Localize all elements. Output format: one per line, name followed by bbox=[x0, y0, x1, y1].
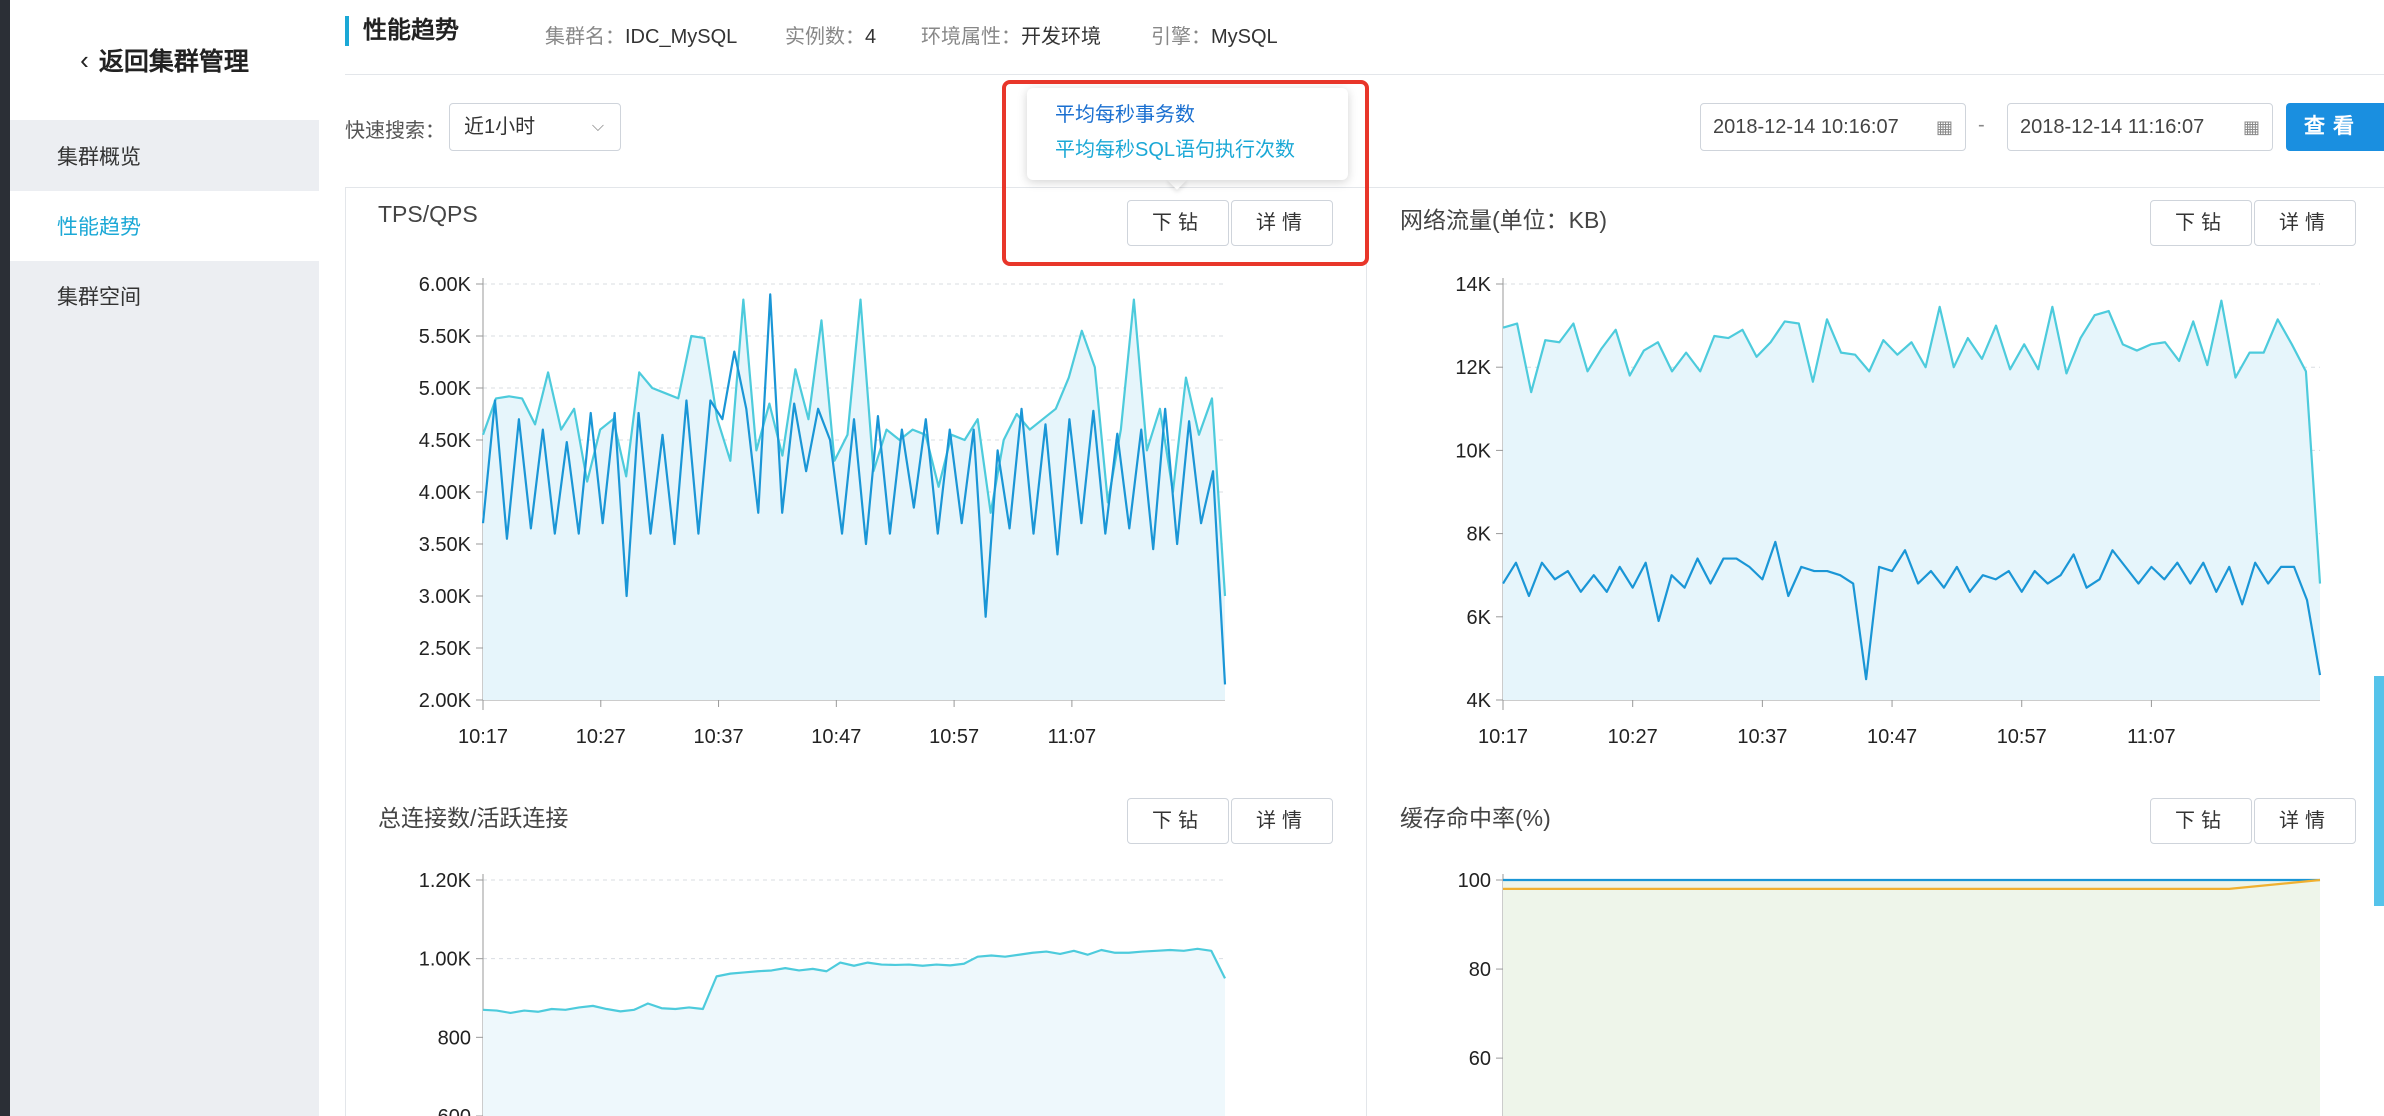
sidebar-item-performance[interactable]: 性能趋势 bbox=[10, 191, 319, 261]
sidebar-item-space[interactable]: 集群空间 bbox=[10, 261, 319, 331]
x-tick-label: 10:47 bbox=[1867, 726, 1917, 748]
x-tick-label: 10:57 bbox=[1997, 726, 2047, 748]
calendar-icon: ▦ bbox=[1935, 117, 1953, 137]
y-tick-label: 80 bbox=[1469, 959, 1491, 981]
y-tick-label: 4K bbox=[1467, 690, 1492, 712]
cache-hit-title: 缓存命中率(%) bbox=[1400, 805, 1551, 831]
select-value: 近1小时 bbox=[464, 116, 536, 138]
quick-search-label: 快速搜索： bbox=[345, 120, 445, 142]
y-tick-label: 5.00K bbox=[419, 378, 472, 400]
date-value: 2018-12-14 10:16:07 bbox=[1713, 116, 1899, 138]
back-to-cluster-management[interactable]: ‹ 返回集群管理 bbox=[10, 0, 319, 120]
y-tick-label: 6.00K bbox=[419, 274, 472, 296]
y-tick-label: 100 bbox=[1458, 870, 1491, 892]
y-tick-label: 1.20K bbox=[419, 870, 472, 892]
side-float-tab[interactable] bbox=[2374, 676, 2384, 906]
connections-detail-button[interactable]: 详情 bbox=[1231, 798, 1333, 844]
tps-qps-title: TPS/QPS bbox=[378, 201, 478, 227]
x-tick-label: 10:37 bbox=[1737, 726, 1787, 748]
calendar-icon: ▦ bbox=[2242, 117, 2260, 137]
chevron-left-icon: ‹ bbox=[80, 44, 89, 75]
y-tick-label: 6K bbox=[1467, 607, 1492, 629]
y-tick-label: 4.50K bbox=[419, 430, 472, 452]
x-tick-label: 10:27 bbox=[1608, 726, 1658, 748]
engine-meta: 引擎：MySQL bbox=[1151, 20, 1278, 49]
cache-detail-button[interactable]: 详情 bbox=[2254, 798, 2356, 844]
panel-divider bbox=[1366, 187, 1367, 1116]
x-tick-label: 10:37 bbox=[694, 726, 744, 748]
tps-qps-chart: 2.00K 2.50K 3.00K 3.50K 4.00K 4.50K 5.00K 5.50K… bbox=[419, 274, 1227, 748]
back-label: 返回集群管理 bbox=[98, 48, 249, 76]
meta-value: 4 bbox=[865, 26, 877, 48]
network-detail-button[interactable]: 详情 bbox=[2254, 200, 2356, 246]
highlight-box bbox=[1002, 80, 1369, 266]
y-tick-label: 60 bbox=[1469, 1048, 1491, 1070]
meta-value: MySQL bbox=[1211, 26, 1278, 48]
y-tick-label: 8K bbox=[1467, 524, 1492, 546]
meta-label: 引擎： bbox=[1151, 26, 1211, 48]
sidebar-item-overview[interactable]: 集群概览 bbox=[10, 121, 319, 191]
y-tick-label: 800 bbox=[438, 1027, 471, 1049]
cache-drill-button[interactable]: 下钻 bbox=[2150, 798, 2252, 844]
view-button[interactable]: 查看 bbox=[2286, 103, 2384, 151]
x-tick-label: 10:47 bbox=[811, 726, 861, 748]
environment-meta: 环境属性：开发环境 bbox=[921, 20, 1101, 49]
end-time-input[interactable]: 2018-12-14 11:16:07 ▦ bbox=[2007, 103, 2273, 151]
sidebar-item-label: 集群空间 bbox=[57, 286, 141, 309]
meta-label: 环境属性： bbox=[921, 26, 1021, 48]
start-time-input[interactable]: 2018-12-14 10:16:07 ▦ bbox=[1700, 103, 1966, 151]
x-tick-label: 11:07 bbox=[2127, 726, 2176, 748]
y-tick-label: 1.00K bbox=[419, 949, 472, 971]
window-edge bbox=[0, 0, 10, 1116]
connections-chart: 600 800 1.00K 1.20K bbox=[419, 870, 1226, 1116]
meta-value: IDC_MySQL bbox=[625, 26, 738, 48]
y-tick-label: 10K bbox=[1455, 440, 1491, 462]
instance-count-meta: 实例数：4 bbox=[785, 20, 876, 49]
meta-label: 集群名： bbox=[545, 26, 625, 48]
quick-search-select[interactable]: 近1小时 ⌵ bbox=[449, 103, 621, 151]
y-tick-label: 2.50K bbox=[419, 638, 472, 660]
page-header: 性能趋势 集群名：IDC_MySQL 实例数：4 环境属性：开发环境 引擎：My… bbox=[345, 0, 2384, 75]
y-tick-label: 2.00K bbox=[419, 690, 472, 712]
sidebar-item-label: 性能趋势 bbox=[57, 216, 141, 239]
network-traffic-chart: 4K 6K 8K 10K 12K 14K 10:17 10:27 10:37 10:47 10:57… bbox=[1455, 274, 2322, 748]
y-tick-label: 600 bbox=[438, 1106, 471, 1116]
chevron-down-icon: ⌵ bbox=[591, 118, 604, 135]
sidebar: ‹ 返回集群管理 集群概览 性能趋势 集群空间 bbox=[10, 0, 319, 1116]
y-tick-label: 5.50K bbox=[419, 326, 472, 348]
network-traffic-title: 网络流量(单位：KB) bbox=[1400, 207, 1607, 233]
connections-drill-button[interactable]: 下钻 bbox=[1127, 798, 1229, 844]
cluster-name-meta: 集群名：IDC_MySQL bbox=[545, 20, 737, 49]
x-tick-label: 10:17 bbox=[1478, 726, 1528, 748]
connections-title: 总连接数/活跃连接 bbox=[378, 805, 569, 831]
y-tick-label: 3.50K bbox=[419, 534, 472, 556]
series-area bbox=[483, 948, 1225, 1116]
series-area bbox=[1503, 880, 2320, 1116]
sidebar-item-label: 集群概览 bbox=[57, 146, 141, 169]
meta-value: 开发环境 bbox=[1021, 26, 1101, 48]
date-value: 2018-12-14 11:16:07 bbox=[2020, 116, 2205, 138]
x-tick-label: 10:27 bbox=[576, 726, 626, 748]
y-tick-label: 3.00K bbox=[419, 586, 472, 608]
y-tick-label: 12K bbox=[1455, 357, 1491, 379]
app: ‹ 返回集群管理 集群概览 性能趋势 集群空间 性能趋势 集群名：IDC_MyS… bbox=[0, 0, 2384, 1116]
x-tick-label: 10:57 bbox=[929, 726, 979, 748]
date-separator: - bbox=[1978, 114, 1985, 136]
meta-label: 实例数： bbox=[785, 26, 865, 48]
x-tick-label: 11:07 bbox=[1048, 726, 1097, 748]
y-tick-label: 14K bbox=[1455, 274, 1491, 296]
page-title: 性能趋势 bbox=[345, 16, 459, 46]
x-tick-label: 10:17 bbox=[458, 726, 508, 748]
cache-hit-chart: 60 80 100 bbox=[1458, 870, 2321, 1116]
network-drill-button[interactable]: 下钻 bbox=[2150, 200, 2252, 246]
y-tick-label: 4.00K bbox=[419, 482, 472, 504]
